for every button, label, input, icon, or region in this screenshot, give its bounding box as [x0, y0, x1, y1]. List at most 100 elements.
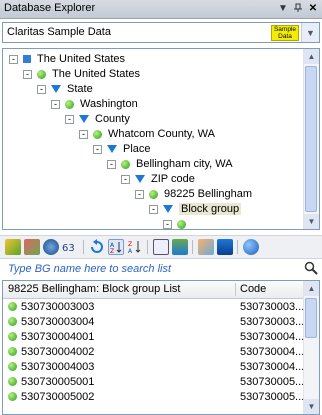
collapse-icon[interactable]: -	[135, 189, 144, 199]
scroll-up-icon[interactable]: ▲	[304, 49, 319, 64]
panel-title: Database Explorer	[4, 2, 96, 14]
export-icon[interactable]	[172, 239, 188, 255]
tree-node[interactable]: - The United States	[23, 66, 140, 82]
tree-node[interactable]: - Bellingham city, WA	[107, 156, 233, 172]
list-item[interactable]: 530730003004 530730003...	[3, 314, 306, 330]
list-item[interactable]: 530730004001 530730004...	[3, 329, 306, 345]
pin-icon[interactable]	[291, 1, 305, 15]
list-item-name: 530730003003	[21, 301, 95, 313]
geography-dot-icon	[8, 362, 17, 371]
block-group-list[interactable]: 98225 Bellingham: Block group List Code …	[2, 280, 320, 415]
list-scrollbar[interactable]: ▲ ▼	[303, 281, 319, 414]
svg-text:63: 63	[62, 243, 75, 254]
level-triangle-icon	[107, 145, 117, 153]
svg-text:Z: Z	[128, 241, 132, 248]
geography-dot-icon	[8, 347, 17, 356]
tree-node[interactable]: - Washington	[51, 96, 138, 112]
list-scroll-thumb[interactable]	[305, 298, 317, 338]
save-icon[interactable]	[217, 239, 233, 255]
tree-node[interactable]: - ZIP code	[121, 171, 195, 187]
list-item-name: 530730004003	[21, 361, 95, 373]
list-item-code: 530730004...	[240, 331, 305, 343]
tree-node[interactable]: -	[163, 216, 192, 229]
settings-icon[interactable]	[198, 239, 214, 255]
geography-dot-icon	[65, 99, 74, 109]
list-item[interactable]: 530730003003 530730003...	[3, 299, 306, 315]
tree-node[interactable]: - The United States	[9, 51, 125, 67]
search-bar[interactable]: Type BG name here to search list	[2, 261, 320, 279]
collapse-icon[interactable]: -	[163, 219, 172, 229]
geography-dot-icon	[177, 219, 186, 229]
search-icon[interactable]	[304, 261, 318, 275]
geography-tree[interactable]: - The United States - The United States - Sta…	[2, 48, 320, 230]
list-item-name: 530730005002	[21, 391, 95, 403]
scroll-down-icon[interactable]: ▼	[304, 214, 319, 229]
tree-node[interactable]: - County	[65, 111, 130, 127]
tree-node[interactable]: - State	[37, 81, 93, 97]
list-item[interactable]: 530730005001 530730005...	[3, 374, 306, 390]
geography-dot-icon	[8, 317, 17, 326]
close-icon[interactable]: ✕	[306, 1, 320, 15]
add-geography-icon[interactable]	[5, 239, 21, 255]
country-icon	[23, 55, 31, 63]
help-icon[interactable]	[243, 239, 259, 255]
collapse-icon[interactable]: -	[51, 99, 60, 109]
level-triangle-icon	[135, 175, 145, 183]
refresh-icon[interactable]	[89, 239, 105, 255]
collapse-icon[interactable]: -	[23, 69, 32, 79]
tree-node-label: Whatcom County, WA	[108, 128, 215, 140]
sort-ascending-icon[interactable]: AZ	[108, 239, 124, 255]
collapse-icon[interactable]: -	[65, 114, 74, 124]
dataset-select[interactable]: Claritas Sample Data Sample Data ▼	[2, 22, 320, 43]
tree-scrollbar[interactable]: ▲ ▼	[303, 49, 319, 229]
tree-node-label: Place	[123, 143, 151, 155]
geography-dot-icon	[149, 189, 158, 199]
geography-dot-icon	[8, 332, 17, 341]
tree-node[interactable]: - Block group	[149, 201, 242, 217]
list-item-code: 530730003...	[240, 301, 305, 313]
tree-node-label: State	[67, 83, 93, 95]
list-item-code: 530730004...	[240, 346, 305, 358]
geography-dot-icon	[8, 302, 17, 311]
tree-scroll-thumb[interactable]	[305, 66, 317, 212]
list-item[interactable]: 530730004003 530730004...	[3, 359, 306, 375]
list-item-code: 530730003...	[240, 316, 305, 328]
scroll-down-icon[interactable]: ▼	[304, 399, 319, 414]
tree-node-label: Block group	[179, 203, 242, 215]
list-item-name: 530730003004	[21, 316, 95, 328]
collapse-icon[interactable]: -	[121, 174, 130, 184]
svg-text:Z: Z	[110, 248, 114, 254]
list-name-column-header[interactable]: 98225 Bellingham: Block group List	[8, 283, 180, 295]
remove-geography-icon[interactable]	[24, 239, 40, 255]
list-item-name: 530730005001	[21, 376, 95, 388]
sort-descending-icon[interactable]: ZA	[127, 239, 143, 255]
tree-node[interactable]: - Place	[93, 141, 151, 157]
list-item[interactable]: 530730004002 530730004...	[3, 344, 306, 360]
grid-view-icon[interactable]	[153, 239, 169, 255]
collapse-icon[interactable]: -	[79, 129, 88, 139]
tree-node-label: Bellingham city, WA	[136, 158, 233, 170]
collapse-icon[interactable]: -	[9, 54, 18, 64]
tree-node[interactable]: - 98225 Bellingham	[135, 186, 252, 202]
collapse-icon[interactable]: -	[149, 204, 158, 214]
tree-node[interactable]: - Whatcom County, WA	[79, 126, 215, 142]
list-item[interactable]: 530730005002 530730005...	[3, 389, 306, 405]
level-triangle-icon	[163, 205, 173, 213]
list-item-name: 530730004002	[21, 346, 95, 358]
link-icon[interactable]: 63	[61, 239, 79, 255]
collapse-icon[interactable]: -	[107, 159, 116, 169]
tree-node-label: Washington	[80, 98, 138, 110]
collapse-icon[interactable]: -	[93, 144, 102, 154]
tree-node-label: The United States	[37, 53, 126, 65]
list-item-code: 530730005...	[240, 376, 305, 388]
search-input[interactable]: Type BG name here to search list	[8, 263, 171, 275]
globe-icon[interactable]	[43, 239, 59, 255]
geography-dot-icon	[37, 69, 46, 79]
dropdown-arrow-icon[interactable]: ▼	[276, 1, 290, 15]
chevron-down-icon[interactable]: ▼	[301, 23, 319, 42]
tree-node-label: County	[95, 113, 130, 125]
scroll-up-icon[interactable]: ▲	[304, 281, 319, 296]
svg-text:A: A	[128, 248, 133, 255]
collapse-icon[interactable]: -	[37, 84, 46, 94]
list-code-column-header[interactable]: Code	[240, 283, 266, 295]
